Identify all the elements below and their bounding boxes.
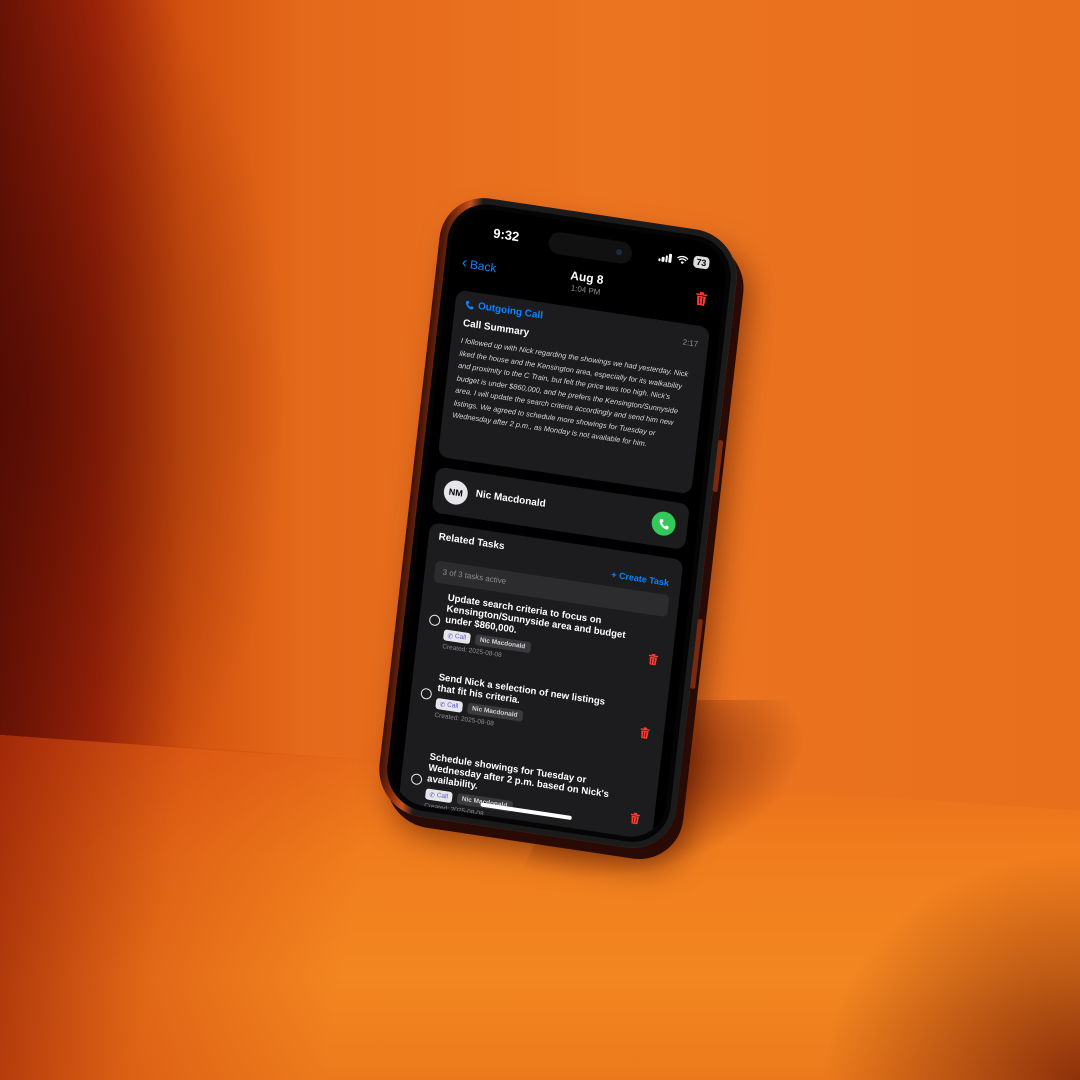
floor-shadow-left <box>0 735 420 1080</box>
phone-icon <box>465 300 474 310</box>
phone-icon <box>659 518 669 529</box>
status-time: 9:32 <box>492 225 521 245</box>
trash-icon[interactable] <box>648 653 659 666</box>
wifi-icon <box>677 255 689 264</box>
related-tasks-card: Related Tasks + Create Task 3 of 3 tasks… <box>397 522 684 842</box>
phone-icon: ✆ <box>429 791 436 800</box>
trash-icon[interactable] <box>629 812 641 825</box>
call-tag: ✆ Call <box>424 788 453 804</box>
camera-icon <box>615 248 623 256</box>
call-tag: ✆ Call <box>435 697 463 713</box>
contact-name: Nic Macdonald <box>475 488 547 510</box>
phone-icon: ✆ <box>447 632 454 641</box>
call-summary-card: Outgoing Call 2:17 Call Summary I follow… <box>437 289 711 495</box>
call-tag-label: Call <box>436 791 449 801</box>
status-icons: 73 <box>658 250 711 270</box>
task-checkbox[interactable] <box>420 687 433 701</box>
call-tag: ✆ Call <box>442 629 471 645</box>
call-duration: 2:17 <box>682 337 699 349</box>
floor-shadow-right <box>820 850 1080 1080</box>
call-type-label: Outgoing Call <box>477 300 544 322</box>
plus-icon: + <box>610 569 618 581</box>
call-contact-button[interactable] <box>650 509 677 538</box>
trash-icon[interactable] <box>639 726 650 739</box>
call-tag-label: Call <box>454 632 467 642</box>
signal-icon <box>658 251 673 264</box>
dynamic-island <box>547 230 634 266</box>
task-checkbox[interactable] <box>410 772 423 786</box>
task-checkbox[interactable] <box>428 613 441 627</box>
avatar: NM <box>442 478 470 507</box>
phone-icon: ✆ <box>439 700 446 709</box>
battery-icon: 73 <box>692 255 711 270</box>
photo-scene: 9:32 73 ‹ Back Aug 8 1:04 PM Outgoing Ca… <box>0 0 1080 1080</box>
call-tag-label: Call <box>446 701 459 711</box>
trash-icon[interactable] <box>695 291 708 307</box>
